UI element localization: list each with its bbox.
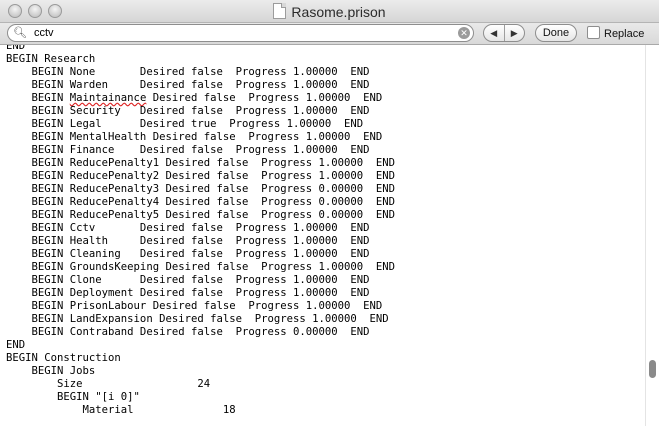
document-line[interactable]: BEGIN Jobs bbox=[6, 365, 645, 378]
vertical-scrollbar[interactable] bbox=[645, 45, 659, 426]
document-line[interactable]: BEGIN MentalHealth Desired false Progres… bbox=[6, 131, 645, 144]
document-line[interactable]: BEGIN Finance Desired false Progress 1.0… bbox=[6, 144, 645, 157]
document-line[interactable]: BEGIN "[i 0]" bbox=[6, 391, 645, 404]
find-navigation: ◀ ▶ bbox=[483, 24, 525, 42]
document-line[interactable]: BEGIN ReducePenalty5 Desired false Progr… bbox=[6, 209, 645, 222]
document-line[interactable]: BEGIN ReducePenalty4 Desired false Progr… bbox=[6, 196, 645, 209]
document-line[interactable]: Size 24 bbox=[6, 378, 645, 391]
document-line[interactable]: BEGIN LandExpansion Desired false Progre… bbox=[6, 313, 645, 326]
document-text[interactable]: END BEGIN Research BEGIN None Desired fal… bbox=[0, 45, 645, 417]
find-input[interactable] bbox=[34, 26, 454, 39]
document-line[interactable]: BEGIN Research bbox=[6, 53, 645, 66]
scrollbar-thumb[interactable] bbox=[649, 360, 656, 378]
title-bar: Rasome.prison bbox=[0, 0, 659, 23]
document-line[interactable]: BEGIN Warden Desired false Progress 1.00… bbox=[6, 79, 645, 92]
find-field[interactable]: 🔍︎ ✕ bbox=[7, 24, 474, 42]
done-button[interactable]: Done bbox=[535, 24, 577, 42]
document-line[interactable]: BEGIN Clone Desired false Progress 1.000… bbox=[6, 274, 645, 287]
document-line[interactable]: BEGIN PrisonLabour Desired false Progres… bbox=[6, 300, 645, 313]
window-title: Rasome.prison bbox=[291, 4, 386, 20]
find-previous-button[interactable]: ◀ bbox=[484, 25, 504, 41]
document-line[interactable]: END bbox=[6, 339, 645, 352]
document-line[interactable]: BEGIN ReducePenalty3 Desired false Progr… bbox=[6, 183, 645, 196]
document-line[interactable]: BEGIN Health Desired false Progress 1.00… bbox=[6, 235, 645, 248]
search-icon[interactable]: 🔍︎ bbox=[13, 26, 27, 39]
document-line[interactable]: BEGIN ReducePenalty2 Desired false Progr… bbox=[6, 170, 645, 183]
document-icon bbox=[273, 3, 287, 19]
document-line[interactable]: BEGIN GroundsKeeping Desired false Progr… bbox=[6, 261, 645, 274]
replace-label: Replace bbox=[604, 28, 645, 40]
document-line[interactable]: END bbox=[6, 45, 645, 53]
document-line[interactable]: BEGIN Cleaning Desired false Progress 1.… bbox=[6, 248, 645, 261]
document-line[interactable]: BEGIN Cctv Desired false Progress 1.0000… bbox=[6, 222, 645, 235]
document-line[interactable]: BEGIN ReducePenalty1 Desired false Progr… bbox=[6, 157, 645, 170]
find-bar: 🔍︎ ✕ ◀ ▶ Done Replace bbox=[0, 23, 659, 45]
clear-search-icon[interactable]: ✕ bbox=[458, 27, 470, 39]
document-line[interactable]: BEGIN Contraband Desired false Progress … bbox=[6, 326, 645, 339]
replace-checkbox[interactable] bbox=[587, 26, 600, 39]
document-line[interactable]: BEGIN Legal Desired true Progress 1.0000… bbox=[6, 118, 645, 131]
find-next-button[interactable]: ▶ bbox=[503, 25, 525, 41]
misspelled-word[interactable]: Maintainance bbox=[70, 92, 147, 104]
document-line[interactable]: BEGIN Deployment Desired false Progress … bbox=[6, 287, 645, 300]
document-line[interactable]: BEGIN None Desired false Progress 1.0000… bbox=[6, 66, 645, 79]
document-line[interactable]: BEGIN Construction bbox=[6, 352, 645, 365]
replace-toggle[interactable]: Replace bbox=[587, 26, 644, 40]
window-title-area: Rasome.prison bbox=[0, 3, 659, 20]
text-editor[interactable]: END BEGIN Research BEGIN None Desired fal… bbox=[0, 45, 645, 426]
document-line[interactable]: Material 18 bbox=[6, 404, 645, 417]
document-line[interactable]: BEGIN Maintainance Desired false Progres… bbox=[6, 92, 645, 105]
document-line[interactable]: BEGIN Security Desired false Progress 1.… bbox=[6, 105, 645, 118]
